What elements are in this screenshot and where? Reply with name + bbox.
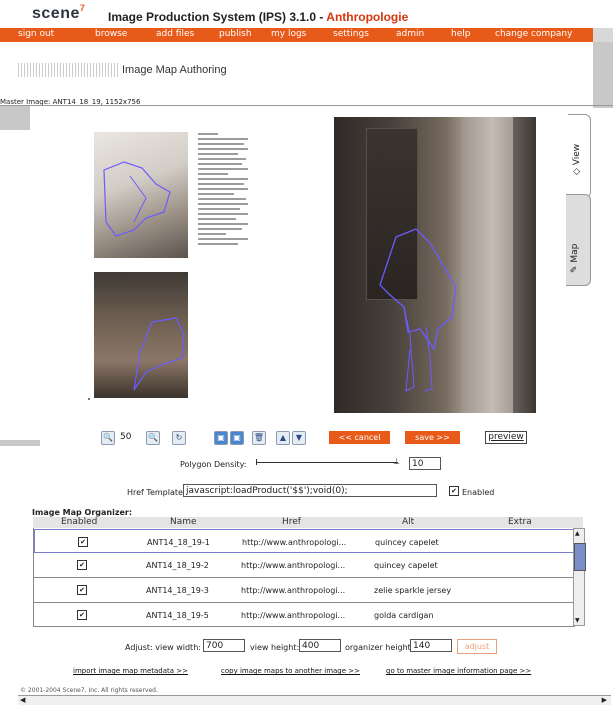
table-row[interactable]: ✔ ANT14_18_19-5 http://www.anthropologi.… <box>34 603 574 626</box>
view-height-label: view height: <box>250 643 300 652</box>
row-href: http://www.anthropologi... <box>241 611 346 620</box>
zoom-level: 50 <box>120 432 132 442</box>
table-row[interactable]: ✔ ANT14_18_19-2 http://www.anthropologi.… <box>34 553 574 578</box>
right-gutter <box>593 42 613 108</box>
menu-change-company[interactable]: change company <box>495 29 572 39</box>
view-tab-label: ◇ View <box>572 143 582 175</box>
import-metadata-link[interactable]: import image map metadata >> <box>73 667 188 675</box>
menu-admin[interactable]: admin <box>396 29 424 39</box>
menu-settings[interactable]: settings <box>333 29 369 39</box>
adjust-width-label: Adjust: view width: <box>125 643 201 652</box>
organizer-table: ✔ ANT14_18_19-1 http://www.anthropologi.… <box>33 528 575 627</box>
page-title: Image Map Authoring <box>122 64 227 76</box>
row-enabled-checkbox[interactable]: ✔ <box>77 610 87 620</box>
top-right-gap <box>593 0 613 28</box>
menu-sign-out[interactable]: sign out <box>18 29 54 39</box>
image-map-polygon-2[interactable] <box>94 272 188 398</box>
catalog-photo-bottom[interactable] <box>94 272 188 398</box>
catalog-photo-top[interactable] <box>94 132 188 258</box>
zoom-in-icon[interactable]: 🔍 <box>101 431 115 445</box>
menu-my-logs[interactable]: my logs <box>271 29 306 39</box>
cancel-button[interactable]: << cancel <box>329 431 390 444</box>
polygon-density-label: Polygon Density: <box>180 460 247 469</box>
menu-help[interactable]: help <box>451 29 470 39</box>
section-stripes <box>18 63 118 77</box>
polygon-density-input[interactable]: 10 <box>409 457 441 470</box>
move-down-icon[interactable]: ▼ <box>292 431 306 445</box>
view-width-input[interactable]: 700 <box>203 639 245 652</box>
company-name: Anthropologie <box>326 10 409 24</box>
col-alt[interactable]: Alt <box>402 517 414 527</box>
scroll-thumb[interactable] <box>574 543 586 571</box>
row-href: http://www.anthropologi... <box>241 586 346 595</box>
copyright: © 2001-2004 Scene7, Inc. All rights rese… <box>20 687 158 694</box>
divider <box>0 105 613 106</box>
row-href: http://www.anthropologi... <box>241 561 346 570</box>
col-enabled[interactable]: Enabled <box>61 517 97 527</box>
menu-publish[interactable]: publish <box>219 29 252 39</box>
col-extra[interactable]: Extra <box>508 517 532 527</box>
image-map-polygon-main[interactable] <box>334 117 536 413</box>
row-href: http://www.anthropologi... <box>242 538 347 547</box>
menu-browse[interactable]: browse <box>95 29 127 39</box>
href-template-label: Href Template: <box>127 488 186 497</box>
zoom-out-icon[interactable]: 🔍 <box>146 431 160 445</box>
row-enabled-checkbox[interactable]: ✔ <box>77 560 87 570</box>
table-row[interactable]: ✔ ANT14_18_19-1 http://www.anthropologi.… <box>34 529 574 553</box>
enabled-checkbox[interactable]: ✔ <box>449 486 459 496</box>
rotate-icon[interactable]: ↻ <box>172 431 186 445</box>
scroll-up-icon[interactable]: ▲ <box>575 530 580 537</box>
preview-button[interactable]: preview <box>485 431 527 444</box>
polygon-density-slider[interactable] <box>256 462 398 463</box>
catalog-text-column <box>198 133 250 301</box>
scene7-logo: scene7 <box>32 3 86 22</box>
save-button[interactable]: save >> <box>405 431 460 444</box>
row-name: ANT14_18_19-1 <box>147 538 210 547</box>
master-image-info-link[interactable]: go to master image information page >> <box>386 667 531 675</box>
organizer-height-label: organizer height: <box>345 643 414 652</box>
row-enabled-checkbox[interactable]: ✔ <box>78 537 88 547</box>
row-name: ANT14_18_19-3 <box>146 586 209 595</box>
image-map-polygon[interactable] <box>94 132 188 258</box>
col-name[interactable]: Name <box>170 517 197 527</box>
page-marker <box>88 398 90 400</box>
copy-image-maps-link[interactable]: copy image maps to another image >> <box>221 667 360 675</box>
col-href[interactable]: Href <box>282 517 301 527</box>
row-name: ANT14_18_19-5 <box>146 611 209 620</box>
tab-map[interactable]: ✎ Map <box>566 194 591 286</box>
select-tool-icon[interactable]: ▣ <box>214 431 228 445</box>
adjust-button[interactable]: adjust <box>457 639 497 654</box>
row-alt: quincey capelet <box>374 561 438 570</box>
organizer-height-input[interactable]: 140 <box>410 639 452 652</box>
delete-icon[interactable]: 🗑 <box>252 431 266 445</box>
app-title: Image Production System (IPS) 3.1.0 - An… <box>108 10 409 24</box>
view-height-input[interactable]: 400 <box>299 639 341 652</box>
enabled-label: Enabled <box>462 488 495 497</box>
row-alt: zelie sparkle jersey <box>374 586 452 595</box>
row-alt: quincey capelet <box>375 538 439 547</box>
tab-view[interactable]: ◇ View <box>568 114 591 198</box>
menu-add-files[interactable]: add files <box>156 29 194 39</box>
row-enabled-checkbox[interactable]: ✔ <box>77 585 87 595</box>
organizer-scrollbar[interactable]: ▲ ▼ <box>573 528 586 626</box>
scroll-down-icon[interactable]: ▼ <box>575 617 580 624</box>
table-row[interactable]: ✔ ANT14_18_19-3 http://www.anthropologi.… <box>34 578 574 603</box>
organizer-label: Image Map Organizer: <box>32 508 133 517</box>
scroll-right-icon[interactable]: ▶ <box>602 696 607 704</box>
scroll-left-icon[interactable]: ◀ <box>20 696 25 704</box>
main-menu: sign out browse add files publish my log… <box>0 28 593 42</box>
menu-end <box>593 28 613 42</box>
slider-thumb[interactable]: ⊥ <box>393 458 401 466</box>
row-alt: golda cardigan <box>374 611 434 620</box>
polygon-tool-icon[interactable]: ▣ <box>230 431 244 445</box>
row-name: ANT14_18_19-2 <box>146 561 209 570</box>
map-tab-label: ✎ Map <box>570 243 580 273</box>
left-gutter-lower <box>0 440 40 446</box>
left-gutter <box>0 106 30 130</box>
move-up-icon[interactable]: ▲ <box>276 431 290 445</box>
href-template-input[interactable]: javascript:loadProduct('$$');void(0); <box>183 484 437 497</box>
